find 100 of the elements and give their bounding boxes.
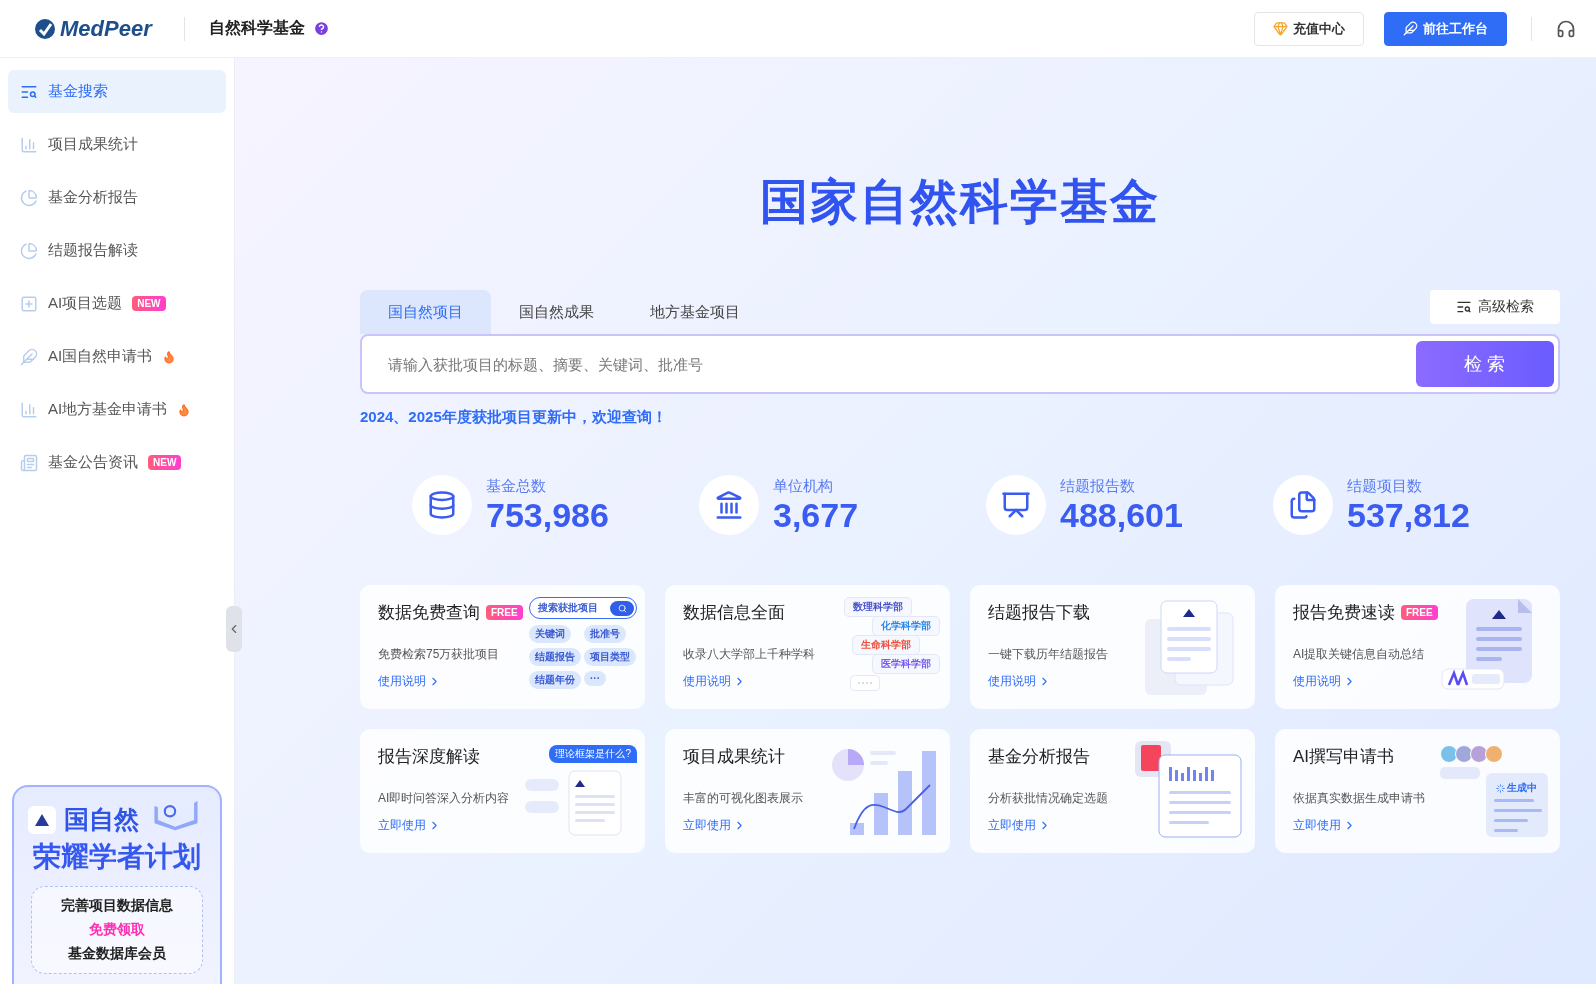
page-title: 国家自然科学基金 (759, 174, 1161, 230)
tag[interactable]: 批准号 (584, 625, 626, 643)
promo-text: 免费领取 (89, 921, 145, 939)
tag: 化学科学部 (872, 616, 940, 636)
free-badge: FREE (486, 605, 523, 620)
pie-chart-icon (20, 241, 38, 260)
card-title: 报告免费速读 (1293, 602, 1395, 624)
search-icon (610, 600, 634, 616)
feature-card[interactable]: 报告免费速读 FREE AI提取关键信息自动总结 使用说明 (1275, 585, 1560, 709)
stat-label: 基金总数 (486, 476, 547, 496)
search-tab[interactable]: 国自然项目 (360, 290, 491, 334)
sidebar-item[interactable]: 结题报告解读 (8, 229, 226, 272)
card-description: 依据真实数据生成申请书 (1293, 790, 1425, 807)
card-title: 项目成果统计 (683, 746, 785, 768)
stat-value: 3,677 (773, 495, 859, 534)
card-description: 丰富的可视化图表展示 (683, 790, 803, 807)
card-link[interactable]: 使用说明 (1293, 673, 1356, 690)
feature-card[interactable]: 报告深度解读 AI即时问答深入分析内容 立即使用 理论框架是什么? (360, 729, 645, 853)
collapse-handle[interactable] (226, 606, 242, 652)
search-tab[interactable]: 地方基金项目 (622, 290, 768, 334)
card-title: 报告深度解读 (378, 746, 480, 768)
sidebar-item[interactable]: AI国自然申请书 (8, 335, 226, 378)
tag[interactable]: 项目类型 (584, 648, 636, 666)
bar-chart-icon (20, 135, 38, 154)
feature-card[interactable]: 基金分析报告 分析获批情况确定选题 立即使用 (970, 729, 1255, 853)
stat-label: 结题报告数 (1060, 476, 1136, 496)
card-link[interactable]: 立即使用 (1293, 817, 1356, 834)
feather-icon (1403, 21, 1418, 36)
feature-card[interactable]: 数据免费查询 FREE 免费检索75万获批项目 使用说明 搜索获批项目 关键词 批准号 结题报告 项目类型 结题年份 ··· (360, 585, 645, 709)
help-icon[interactable] (312, 20, 330, 37)
card-description: 分析获批情况确定选题 (988, 790, 1108, 807)
spinner-icon (1496, 783, 1505, 793)
question-bubble: 理论框架是什么? (549, 745, 637, 763)
card-title: 数据信息全面 (683, 602, 785, 624)
tag: 数理科学部 (844, 597, 912, 617)
emblem-icon (28, 805, 56, 834)
card-title: 数据免费查询 (378, 602, 480, 624)
card-link[interactable]: 使用说明 (378, 673, 441, 690)
stat-label: 结题项目数 (1347, 476, 1423, 496)
card-description: 收录八大学部上千种学科 (683, 646, 815, 663)
free-badge: FREE (1401, 605, 1438, 620)
tag[interactable]: 结题报告 (529, 648, 581, 666)
stat-label: 单位机构 (773, 476, 834, 496)
card-link[interactable]: 立即使用 (988, 817, 1051, 834)
workspace-button[interactable]: 前往工作台 (1384, 11, 1507, 46)
card-description: 一键下载历年结题报告 (988, 646, 1108, 663)
new-badge: NEW (148, 455, 182, 470)
tag: 医学科学部 (872, 654, 940, 674)
feature-card[interactable]: 项目成果统计 丰富的可视化图表展示 立即使用 (665, 729, 950, 853)
card-description: 免费检索75万获批项目 (378, 646, 500, 663)
card-link[interactable]: 使用说明 (683, 673, 746, 690)
app-title: 自然科学基金 (208, 18, 305, 38)
sidebar-item[interactable]: 项目成果统计 (8, 123, 226, 166)
promo-banner[interactable]: 国自然 荣耀学者计划 完善项目数据信息 免费领取 基金数据库会员 (12, 785, 222, 984)
card-description: AI提取关键信息自动总结 (1293, 646, 1425, 663)
sidebar-item[interactable]: 基金分析报告 (8, 176, 226, 219)
update-notice: 2024、2025年度获批项目更新中，欢迎查询！ (360, 408, 668, 427)
placeholder-chip-icon (850, 675, 880, 691)
promo-text: 完善项目数据信息 (61, 897, 173, 915)
medpeer-logo[interactable]: MedPeer (34, 15, 152, 42)
frame-plus-icon (20, 294, 38, 313)
avatars-icon (1440, 745, 1504, 763)
card-title: 基金分析报告 (988, 746, 1090, 768)
feature-card[interactable]: 数据信息全面 收录八大学部上千种学科 使用说明 数理科学部 化学科学部 生命科学部 医学科学部 (665, 585, 950, 709)
search-field[interactable]: 搜索获批项目 (529, 597, 637, 619)
promo-title: 国自然 (64, 804, 139, 835)
support-icon[interactable] (1556, 18, 1576, 39)
tag: 生命科学部 (852, 635, 920, 655)
recharge-button[interactable]: 充值中心 (1254, 11, 1364, 46)
new-badge: NEW (132, 296, 166, 311)
stat-value: 537,812 (1347, 495, 1470, 534)
card-title: AI撰写申请书 (1293, 746, 1395, 768)
card-link[interactable]: 立即使用 (683, 817, 746, 834)
search-button[interactable]: 检 索 (1416, 341, 1554, 387)
card-title: 结题报告下载 (988, 602, 1090, 624)
promo-text: 基金数据库会员 (68, 945, 166, 963)
feature-card[interactable]: AI撰写申请书 依据真实数据生成申请书 立即使用 生成中 (1275, 729, 1560, 853)
stat-value: 488,601 (1060, 495, 1183, 534)
stat-value: 753,986 (486, 495, 609, 534)
advanced-search-button[interactable]: 高级检索 (1430, 290, 1560, 324)
tag[interactable]: 关键词 (529, 625, 571, 643)
tag[interactable]: 结题年份 (529, 671, 581, 689)
sidebar-item[interactable]: 基金搜索 (8, 70, 226, 113)
search-tab[interactable]: 国自然成果 (491, 290, 622, 334)
sidebar-item[interactable]: AI项目选题 NEW (8, 282, 226, 325)
card-link[interactable]: 立即使用 (378, 817, 441, 834)
feature-card[interactable]: 结题报告下载 一键下载历年结题报告 使用说明 (970, 585, 1255, 709)
search-icon (1456, 299, 1472, 315)
news-icon (20, 453, 38, 472)
pie-chart-icon (20, 188, 38, 207)
card-link[interactable]: 使用说明 (988, 673, 1051, 690)
tag[interactable]: ··· (584, 671, 606, 686)
bar-chart-icon (20, 400, 38, 419)
status-label: 生成中 (1490, 779, 1543, 797)
search-field[interactable]: 请输入获批项目的标题、摘要、关键词、批准号 检 索 (360, 334, 1560, 394)
sidebar-item[interactable]: AI地方基金申请书 (8, 388, 226, 431)
gem-icon (1273, 21, 1288, 36)
feather-icon (20, 347, 38, 366)
sidebar-item[interactable]: 基金公告资讯 NEW (8, 441, 226, 484)
card-description: AI即时问答深入分析内容 (378, 790, 510, 807)
